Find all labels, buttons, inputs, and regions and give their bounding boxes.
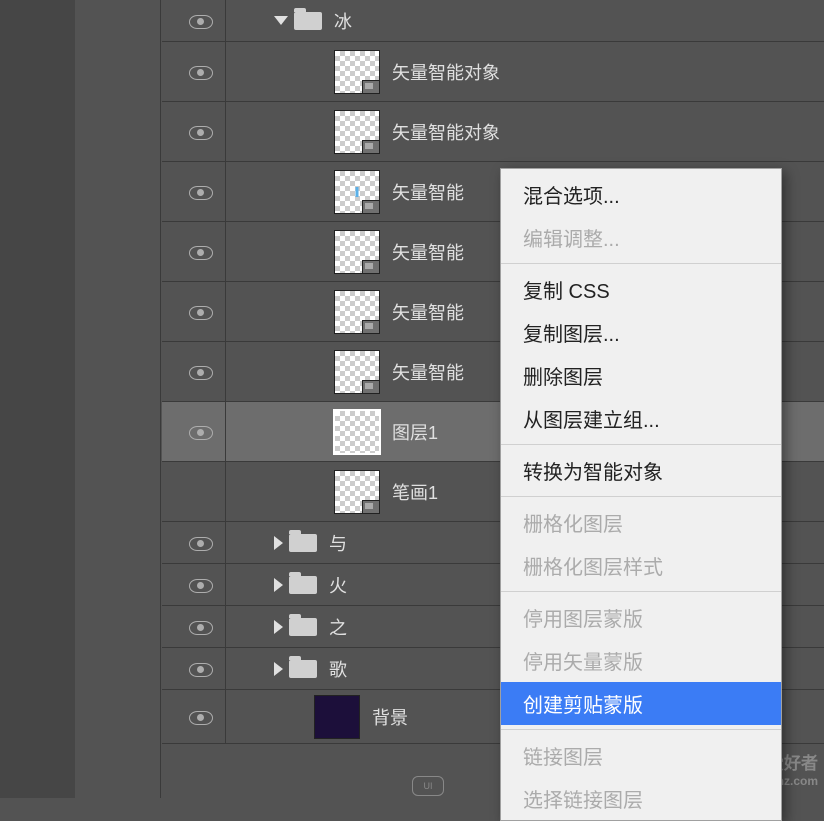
layer-thumb[interactable] <box>334 110 380 154</box>
smart-object-badge-icon <box>362 320 380 334</box>
folder-icon <box>294 12 322 30</box>
visibility-toggle-icon[interactable] <box>189 710 211 724</box>
visibility-toggle-icon[interactable] <box>189 65 211 79</box>
layer-name-label[interactable]: 图层1 <box>392 419 438 445</box>
layer-name-label[interactable]: 矢量智能对象 <box>392 59 500 85</box>
menu-create-clipping-mask[interactable]: 创建剪贴蒙版 <box>501 682 781 725</box>
layer-group-name[interactable]: 冰 <box>334 8 352 34</box>
smart-object-badge-icon <box>362 500 380 514</box>
layer-row[interactable]: 矢量智能对象 <box>162 102 824 162</box>
layer-thumb[interactable] <box>314 695 360 739</box>
layer-thumb[interactable] <box>334 470 380 514</box>
layer-group-name[interactable]: 与 <box>329 530 347 556</box>
layer-thumb[interactable] <box>334 410 380 454</box>
disclosure-right-icon[interactable] <box>274 578 283 592</box>
smart-object-badge-icon <box>362 80 380 94</box>
folder-icon <box>289 534 317 552</box>
menu-convert-smart[interactable]: 转换为智能对象 <box>501 449 781 492</box>
menu-group-from-layers[interactable]: 从图层建立组... <box>501 397 781 440</box>
smart-object-badge-icon <box>362 200 380 214</box>
smart-object-badge-icon <box>362 140 380 154</box>
visibility-toggle-icon[interactable] <box>189 662 211 676</box>
layer-thumb[interactable] <box>334 50 380 94</box>
visibility-toggle-icon[interactable] <box>189 578 211 592</box>
layer-group-name[interactable]: 歌 <box>329 656 347 682</box>
menu-disable-vector-mask: 停用矢量蒙版 <box>501 639 781 682</box>
visibility-toggle-icon[interactable] <box>189 620 211 634</box>
menu-link-layers: 链接图层 <box>501 734 781 777</box>
smart-object-badge-icon <box>362 260 380 274</box>
disclosure-right-icon[interactable] <box>274 536 283 550</box>
smart-object-badge-icon <box>362 380 380 394</box>
menu-rasterize-style: 栅格化图层样式 <box>501 544 781 587</box>
disclosure-right-icon[interactable] <box>274 620 283 634</box>
menu-copy-css[interactable]: 复制 CSS <box>501 268 781 311</box>
layer-group-name[interactable]: 火 <box>329 572 347 598</box>
visibility-toggle-icon[interactable] <box>189 425 211 439</box>
layer-thumb[interactable] <box>334 170 380 214</box>
layer-group-name[interactable]: 之 <box>329 614 347 640</box>
visibility-toggle-icon[interactable] <box>189 125 211 139</box>
menu-duplicate-layer[interactable]: 复制图层... <box>501 311 781 354</box>
visibility-toggle-icon[interactable] <box>189 536 211 550</box>
layer-name-label[interactable]: 矢量智能 <box>392 299 464 325</box>
menu-blending-options[interactable]: 混合选项... <box>501 173 781 216</box>
layer-name-label[interactable]: 背景 <box>372 704 408 730</box>
menu-edit-adjustment: 编辑调整... <box>501 216 781 259</box>
visibility-toggle-icon[interactable] <box>189 365 211 379</box>
disclosure-down-icon[interactable] <box>274 16 288 25</box>
layer-group-row[interactable]: 冰 <box>162 0 824 42</box>
layer-name-label[interactable]: 矢量智能对象 <box>392 119 500 145</box>
layer-name-label[interactable]: 矢量智能 <box>392 359 464 385</box>
menu-select-linked: 选择链接图层 <box>501 777 781 820</box>
visibility-toggle-icon[interactable] <box>189 305 211 319</box>
folder-icon <box>289 576 317 594</box>
folder-icon <box>289 618 317 636</box>
layer-context-menu: 混合选项... 编辑调整... 复制 CSS 复制图层... 删除图层 从图层建… <box>500 168 782 821</box>
layer-thumb[interactable] <box>334 230 380 274</box>
menu-delete-layer[interactable]: 删除图层 <box>501 354 781 397</box>
footer-badge-icon: UI <box>412 776 444 796</box>
layer-name-label[interactable]: 矢量智能 <box>392 179 464 205</box>
visibility-toggle-icon[interactable] <box>189 14 211 28</box>
layer-name-label[interactable]: 笔画1 <box>392 479 438 505</box>
layer-thumb[interactable] <box>334 290 380 334</box>
disclosure-right-icon[interactable] <box>274 662 283 676</box>
menu-rasterize-layer: 栅格化图层 <box>501 501 781 544</box>
layer-thumb[interactable] <box>334 350 380 394</box>
folder-icon <box>289 660 317 678</box>
menu-disable-layer-mask: 停用图层蒙版 <box>501 596 781 639</box>
layer-row[interactable]: 矢量智能对象 <box>162 42 824 102</box>
layer-name-label[interactable]: 矢量智能 <box>392 239 464 265</box>
visibility-toggle-icon[interactable] <box>189 185 211 199</box>
visibility-toggle-icon[interactable] <box>189 245 211 259</box>
